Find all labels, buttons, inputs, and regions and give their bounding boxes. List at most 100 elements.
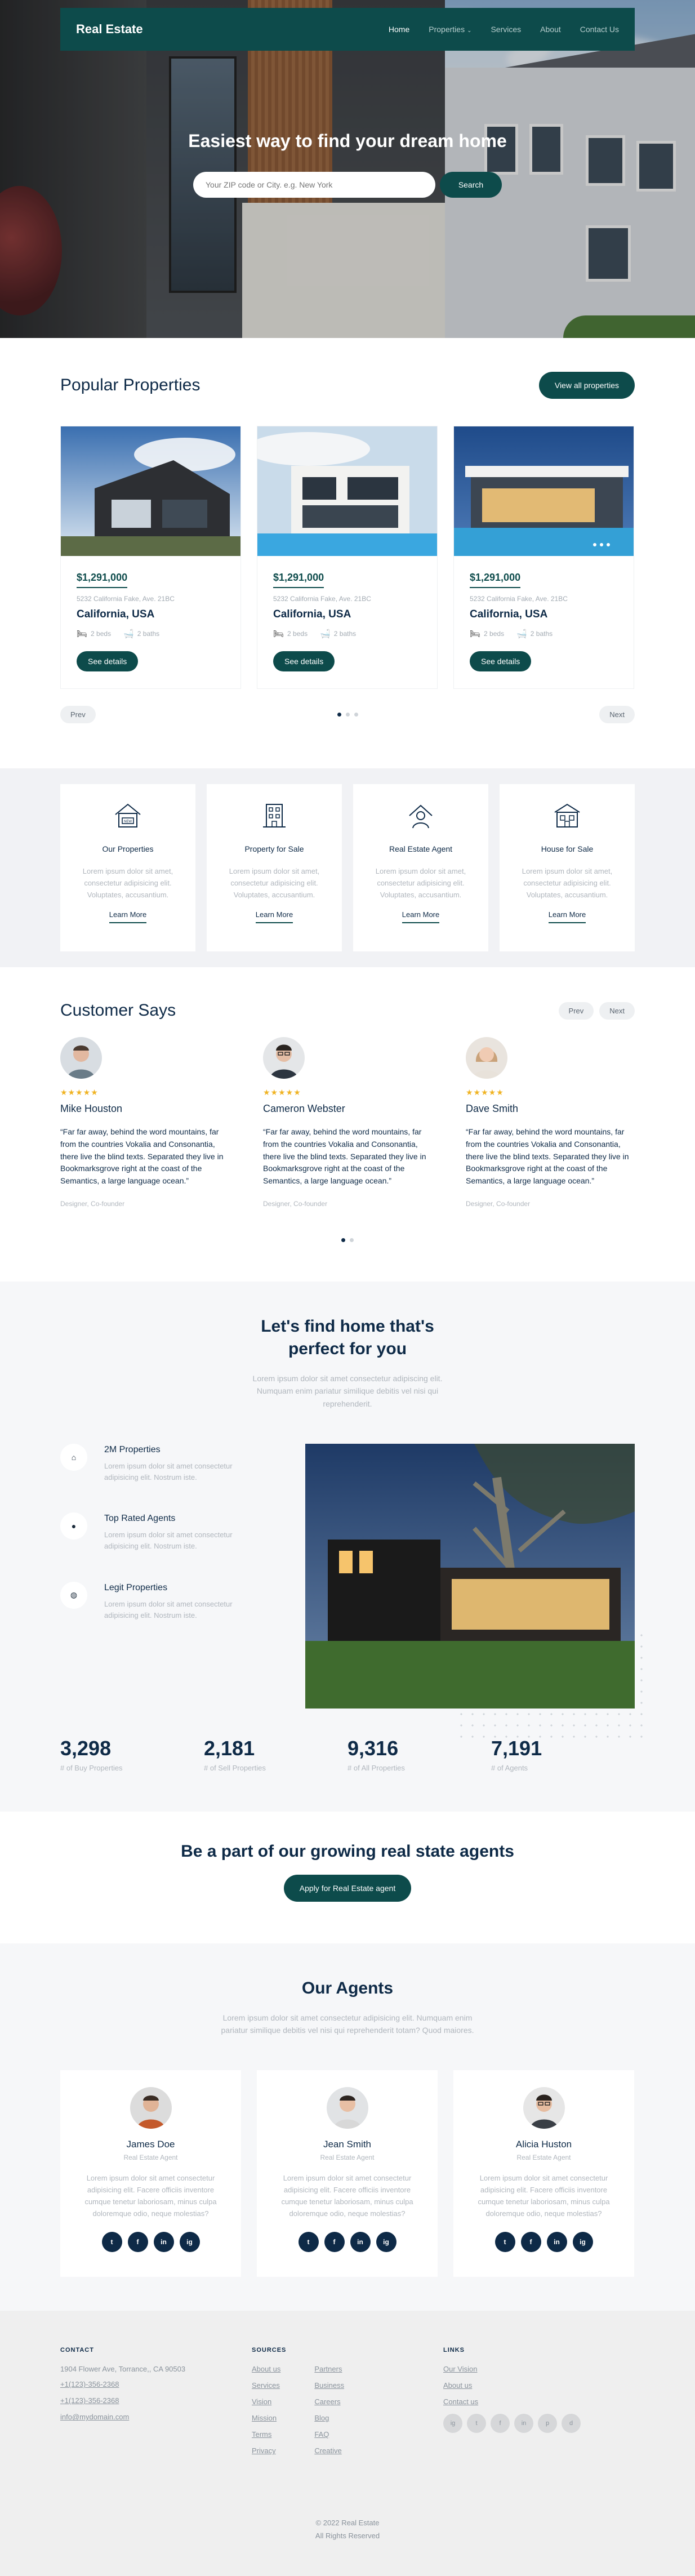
footer-email[interactable]: info@mydomain.com xyxy=(60,2413,252,2421)
footer-link[interactable]: Terms xyxy=(252,2430,280,2439)
facebook-icon[interactable]: f xyxy=(520,2232,541,2253)
why-item-title: 2M Properties xyxy=(104,1445,161,1454)
why-title: Let's find home that's perfect for you xyxy=(60,1315,635,1361)
property-card[interactable]: $1,291,000 5232 California Fake, Ave. 21… xyxy=(60,426,241,689)
footer-link[interactable]: About us xyxy=(443,2381,635,2390)
footer-link[interactable]: Careers xyxy=(314,2397,344,2406)
footer-phone[interactable]: +1(123)-356-2368 xyxy=(60,2380,252,2388)
popular-title: Popular Properties xyxy=(60,376,201,394)
why-item-title: Top Rated Agents xyxy=(104,1514,176,1524)
testimonials-prev-button[interactable]: Prev xyxy=(558,1002,594,1020)
footer-link[interactable]: Our Vision xyxy=(443,2365,635,2373)
instagram-icon[interactable]: ig xyxy=(179,2232,200,2253)
stat-label: # of Agents xyxy=(491,1764,528,1772)
carousel-dot[interactable] xyxy=(341,1238,345,1242)
properties-prev-button[interactable]: Prev xyxy=(60,706,96,723)
nav-link-home[interactable]: Home xyxy=(389,25,409,34)
house-icon: NEW xyxy=(115,803,141,827)
linkedin-icon[interactable]: in xyxy=(546,2232,567,2253)
properties-next-button[interactable]: Next xyxy=(599,706,635,723)
property-address: 5232 California Fake, Ave. 21BC xyxy=(77,595,175,603)
learn-more-link[interactable]: Learn More xyxy=(548,910,586,924)
linkedin-icon[interactable]: in xyxy=(514,2414,533,2433)
search-input[interactable] xyxy=(193,172,435,198)
agent-card: Alicia Huston Real Estate Agent Lorem ip… xyxy=(453,2070,634,2277)
property-image[interactable] xyxy=(454,426,634,556)
feature-text: Lorem ipsum dolor sit amet, consectetur … xyxy=(82,867,173,899)
facebook-icon[interactable]: f xyxy=(324,2232,345,2253)
apply-agent-button[interactable]: Apply for Real Estate agent xyxy=(283,1875,412,1902)
twitter-icon[interactable]: t xyxy=(101,2232,122,2253)
why-item-text: Lorem ipsum dolor sit amet consectetur a… xyxy=(104,1531,233,1551)
nav-link-properties[interactable]: Properties ⌄ xyxy=(429,25,471,34)
footer-link[interactable]: About us xyxy=(252,2365,280,2373)
footer: CONTACT 1904 Flower Ave, Torrance,, CA 9… xyxy=(0,2311,695,2576)
see-details-button[interactable]: See details xyxy=(273,651,335,671)
testimonials-next-button[interactable]: Next xyxy=(599,1002,635,1020)
see-details-button[interactable]: See details xyxy=(470,651,532,671)
copyright-line: All Rights Reserved xyxy=(315,2531,380,2540)
footer-link[interactable]: Mission xyxy=(252,2414,280,2422)
property-card[interactable]: $1,291,000 5232 California Fake, Ave. 21… xyxy=(257,426,438,689)
instagram-icon[interactable]: ig xyxy=(443,2414,462,2433)
why-section: Let's find home that's perfect for you Lo… xyxy=(0,1281,695,1812)
learn-more-link[interactable]: Learn More xyxy=(255,910,293,924)
footer-link[interactable]: Business xyxy=(314,2381,344,2390)
agent-bio: Lorem ipsum dolor sit amet consectetur a… xyxy=(281,2174,413,2218)
footer-link[interactable]: Blog xyxy=(314,2414,344,2422)
nav-link-services[interactable]: Services xyxy=(491,25,521,34)
dribbble-icon[interactable]: d xyxy=(562,2414,581,2433)
twitter-icon[interactable]: t xyxy=(298,2232,319,2253)
agent-icon xyxy=(409,804,433,829)
see-details-button[interactable]: See details xyxy=(77,651,139,671)
twitter-icon[interactable]: t xyxy=(467,2414,486,2433)
stat-label: # of All Properties xyxy=(348,1764,405,1772)
property-image[interactable] xyxy=(257,426,437,556)
property-image[interactable] xyxy=(61,426,240,556)
carousel-dot[interactable] xyxy=(350,1238,354,1242)
testimonial-quote: “Far far away, behind the word mountains… xyxy=(60,1127,224,1186)
linkedin-icon[interactable]: in xyxy=(350,2232,371,2253)
instagram-icon[interactable]: ig xyxy=(572,2232,593,2253)
search-button[interactable]: Search xyxy=(440,172,502,198)
building-icon xyxy=(263,804,286,827)
footer-link[interactable]: Contact us xyxy=(443,2397,635,2406)
agents-subtitle: Lorem ipsum dolor sit amet consectetur a… xyxy=(221,2013,474,2035)
feature-card: NEW Our Properties Lorem ipsum dolor sit… xyxy=(60,784,195,952)
facebook-icon[interactable]: f xyxy=(127,2232,148,2253)
carousel-dot[interactable] xyxy=(345,713,350,717)
footer-link[interactable]: Creative xyxy=(314,2446,344,2455)
learn-more-link[interactable]: Learn More xyxy=(109,910,147,924)
nav-link-contact[interactable]: Contact Us xyxy=(580,25,619,34)
testimonial-role: Designer, Co-founder xyxy=(466,1199,531,1208)
footer-link[interactable]: Vision xyxy=(252,2397,280,2406)
carousel-dot[interactable] xyxy=(354,713,358,717)
property-card[interactable]: $1,291,000 5232 California Fake, Ave. 21… xyxy=(453,426,634,689)
brand-logo[interactable]: Real Estate xyxy=(76,22,143,37)
rating-stars: ★★★★★ xyxy=(263,1088,301,1097)
why-item: ● Top Rated Agents Lorem ipsum dolor sit … xyxy=(60,1512,246,1552)
footer-link[interactable]: Services xyxy=(252,2381,280,2390)
footer-contact: CONTACT 1904 Flower Ave, Torrance,, CA 9… xyxy=(60,2347,252,2463)
linkedin-icon[interactable]: in xyxy=(153,2232,174,2253)
feature-title: Property for Sale xyxy=(244,844,304,853)
nav-link-about[interactable]: About xyxy=(540,25,561,34)
footer-link[interactable]: Privacy xyxy=(252,2446,280,2455)
footer-link[interactable]: FAQ xyxy=(314,2430,344,2439)
twitter-icon[interactable]: t xyxy=(494,2232,515,2253)
property-baths: 2 baths xyxy=(333,630,357,638)
facebook-icon[interactable]: f xyxy=(491,2414,510,2433)
view-all-properties-button[interactable]: View all properties xyxy=(538,372,635,399)
learn-more-link[interactable]: Learn More xyxy=(402,910,440,924)
agent-card: James Doe Real Estate Agent Lorem ipsum … xyxy=(60,2070,241,2277)
footer-link[interactable]: Partners xyxy=(314,2365,344,2373)
pinterest-icon[interactable]: p xyxy=(538,2414,557,2433)
avatar xyxy=(523,2087,565,2129)
instagram-icon[interactable]: ig xyxy=(376,2232,396,2253)
agents-title: Our Agents xyxy=(301,1979,394,1997)
feature-card: Property for Sale Lorem ipsum dolor sit … xyxy=(207,784,342,952)
testimonial-quote: “Far far away, behind the word mountains… xyxy=(263,1127,426,1186)
stat-number: 2,181 xyxy=(204,1737,255,1760)
footer-phone[interactable]: +1(123)-356-2368 xyxy=(60,2396,252,2405)
carousel-dot[interactable] xyxy=(337,713,341,717)
